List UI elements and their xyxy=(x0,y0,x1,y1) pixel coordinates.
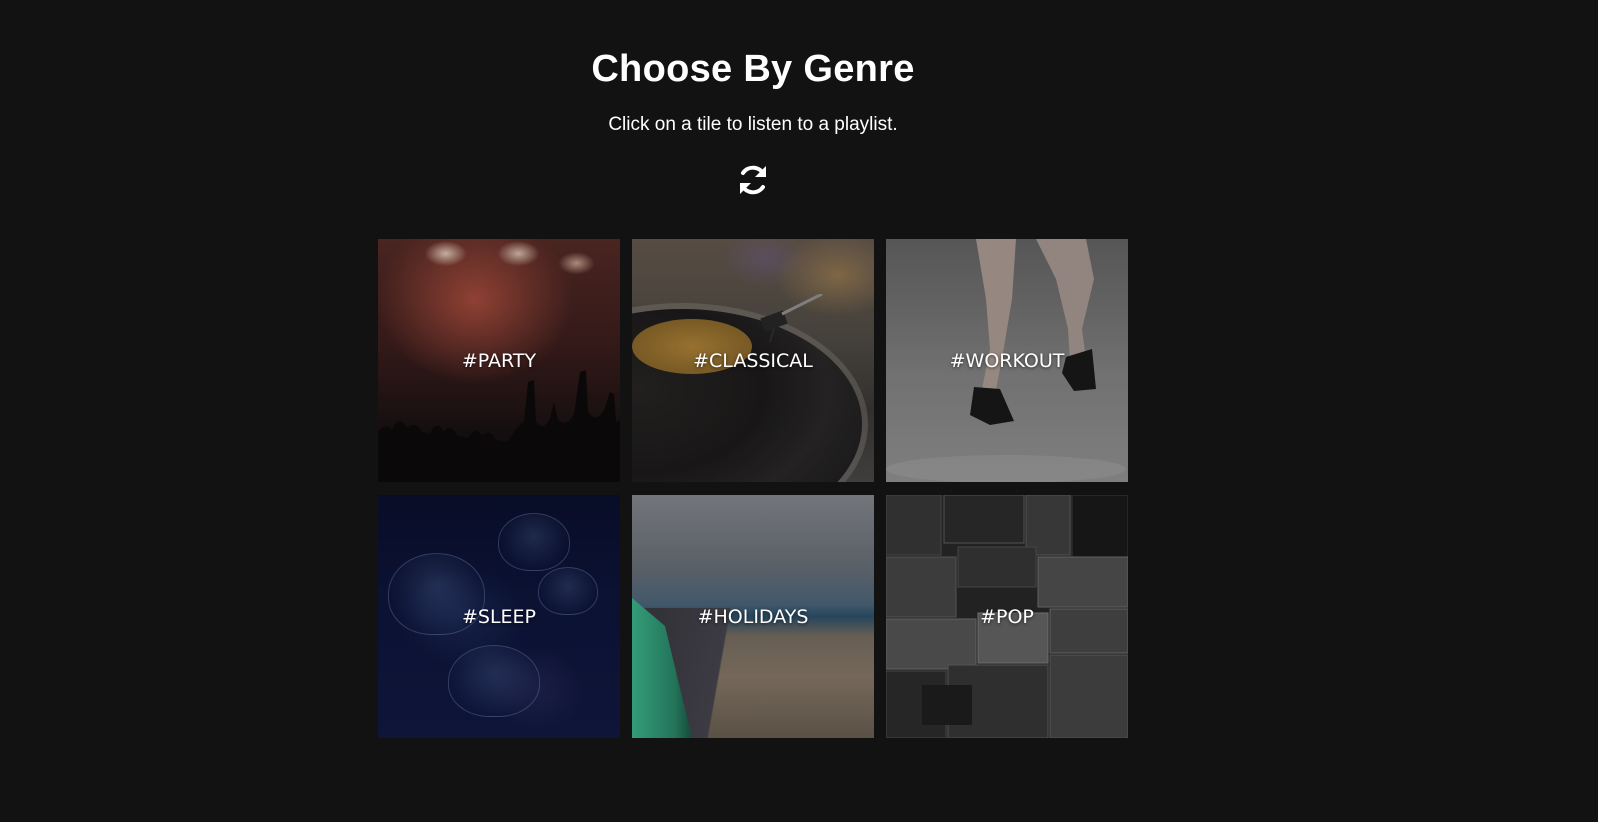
genre-page: Choose By Genre Click on a tile to liste… xyxy=(0,0,1598,822)
genre-grid: #PARTY #CLASSICAL #WORKOUT #SLEEP #HOLID… xyxy=(378,239,1128,738)
tile-holidays[interactable]: #HOLIDAYS xyxy=(632,495,874,738)
tile-label: #POP xyxy=(980,605,1034,628)
tile-label: #WORKOUT xyxy=(949,349,1065,372)
tile-workout[interactable]: #WORKOUT xyxy=(886,239,1128,482)
tile-label: #SLEEP xyxy=(461,605,537,628)
page-subtitle: Click on a tile to listen to a playlist. xyxy=(608,114,898,135)
tile-party[interactable]: #PARTY xyxy=(378,239,620,482)
tile-pop[interactable]: #POP xyxy=(886,495,1128,738)
tile-classical[interactable]: #CLASSICAL xyxy=(632,239,874,482)
tile-label: #HOLIDAYS xyxy=(697,605,809,628)
tile-label: #CLASSICAL xyxy=(693,349,813,372)
tile-label: #PARTY xyxy=(461,349,537,372)
page-title: Choose By Genre xyxy=(591,48,915,90)
tile-sleep[interactable]: #SLEEP xyxy=(378,495,620,738)
refresh-icon[interactable] xyxy=(735,162,771,198)
